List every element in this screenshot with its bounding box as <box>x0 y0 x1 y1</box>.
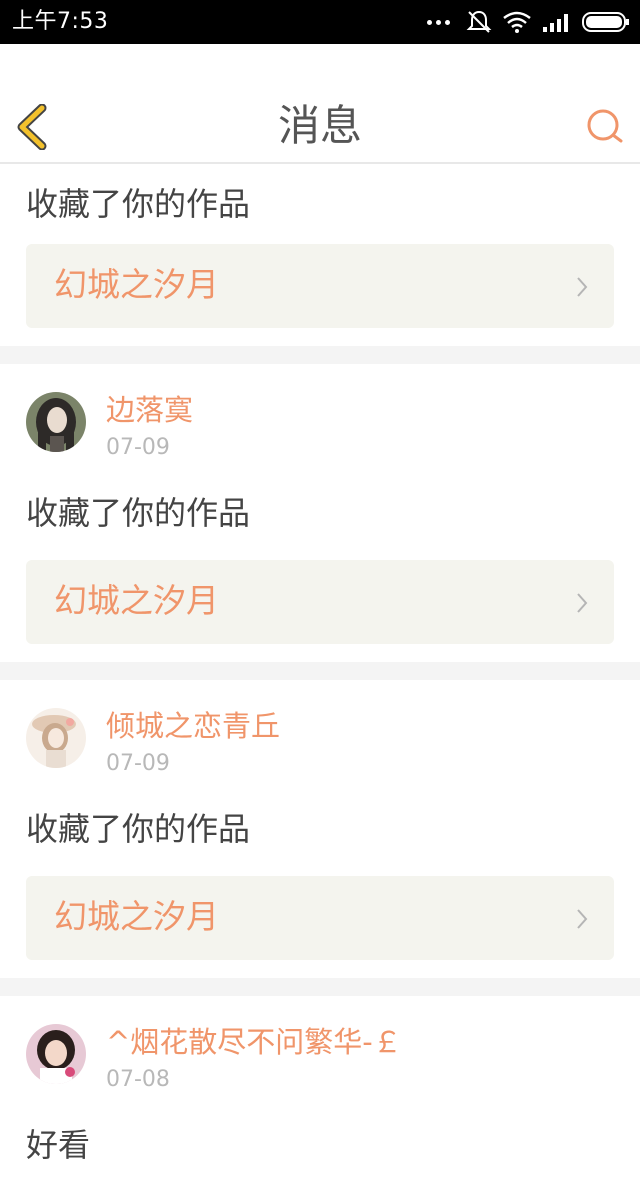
message-header: 边落寞 07-09 <box>0 364 640 490</box>
status-bar: 上午7:53 <box>0 0 640 44</box>
avatar[interactable] <box>26 392 86 452</box>
work-link[interactable]: 幻城之汐月 <box>26 244 614 328</box>
work-title: 幻城之汐月 <box>54 265 219 304</box>
message-comment-text: 好看 <box>26 1126 91 1164</box>
message-card: 收藏了你的作品 幻城之汐月 <box>0 164 640 346</box>
work-link[interactable]: 幻城之汐月 <box>26 876 614 960</box>
status-icons <box>427 0 630 44</box>
work-link[interactable]: 幻城之汐月 <box>26 560 614 644</box>
status-time: 上午7:53 <box>12 9 109 34</box>
user-name[interactable]: ^烟花散尽不问繁华-￡ <box>106 1024 402 1060</box>
message-header: 倾城之恋青丘 07-09 <box>0 680 640 806</box>
message-date: 07-09 <box>106 751 170 776</box>
message-date: 07-08 <box>106 1067 170 1092</box>
work-title: 幻城之汐月 <box>54 581 219 620</box>
user-name[interactable]: 边落寞 <box>106 392 193 428</box>
message-card: ^烟花散尽不问繁华-￡ 07-08 好看 <box>0 996 640 1180</box>
message-action-text: 收藏了你的作品 <box>26 185 251 223</box>
message-card: 边落寞 07-09 收藏了你的作品 幻城之汐月 <box>0 364 640 662</box>
user-name[interactable]: 倾城之恋青丘 <box>106 708 280 744</box>
wifi-icon <box>503 11 531 33</box>
chevron-right-icon <box>577 593 588 613</box>
card-divider <box>0 662 640 680</box>
card-divider <box>0 346 640 364</box>
message-list: 收藏了你的作品 幻城之汐月 边落寞 07-09 收藏了你的作品 幻城之汐月 倾城… <box>0 164 640 1180</box>
message-card: 倾城之恋青丘 07-09 收藏了你的作品 幻城之汐月 <box>0 680 640 978</box>
message-action-text: 收藏了你的作品 <box>26 810 251 848</box>
avatar[interactable] <box>26 1024 86 1084</box>
nav-bar: 消息 <box>0 44 640 164</box>
chevron-right-icon <box>577 909 588 929</box>
message-action-text: 收藏了你的作品 <box>26 494 251 532</box>
more-dots-icon <box>427 19 450 25</box>
avatar[interactable] <box>26 708 86 768</box>
message-header: ^烟花散尽不问繁华-￡ 07-08 <box>0 996 640 1122</box>
page-title: 消息 <box>277 101 362 150</box>
chevron-right-icon <box>577 277 588 297</box>
work-title: 幻城之汐月 <box>54 897 219 936</box>
signal-icon <box>543 14 568 32</box>
card-divider <box>0 978 640 996</box>
message-date: 07-09 <box>106 435 170 460</box>
search-icon[interactable] <box>584 106 626 148</box>
bell-muted-icon <box>466 10 492 33</box>
battery-icon <box>582 12 629 32</box>
